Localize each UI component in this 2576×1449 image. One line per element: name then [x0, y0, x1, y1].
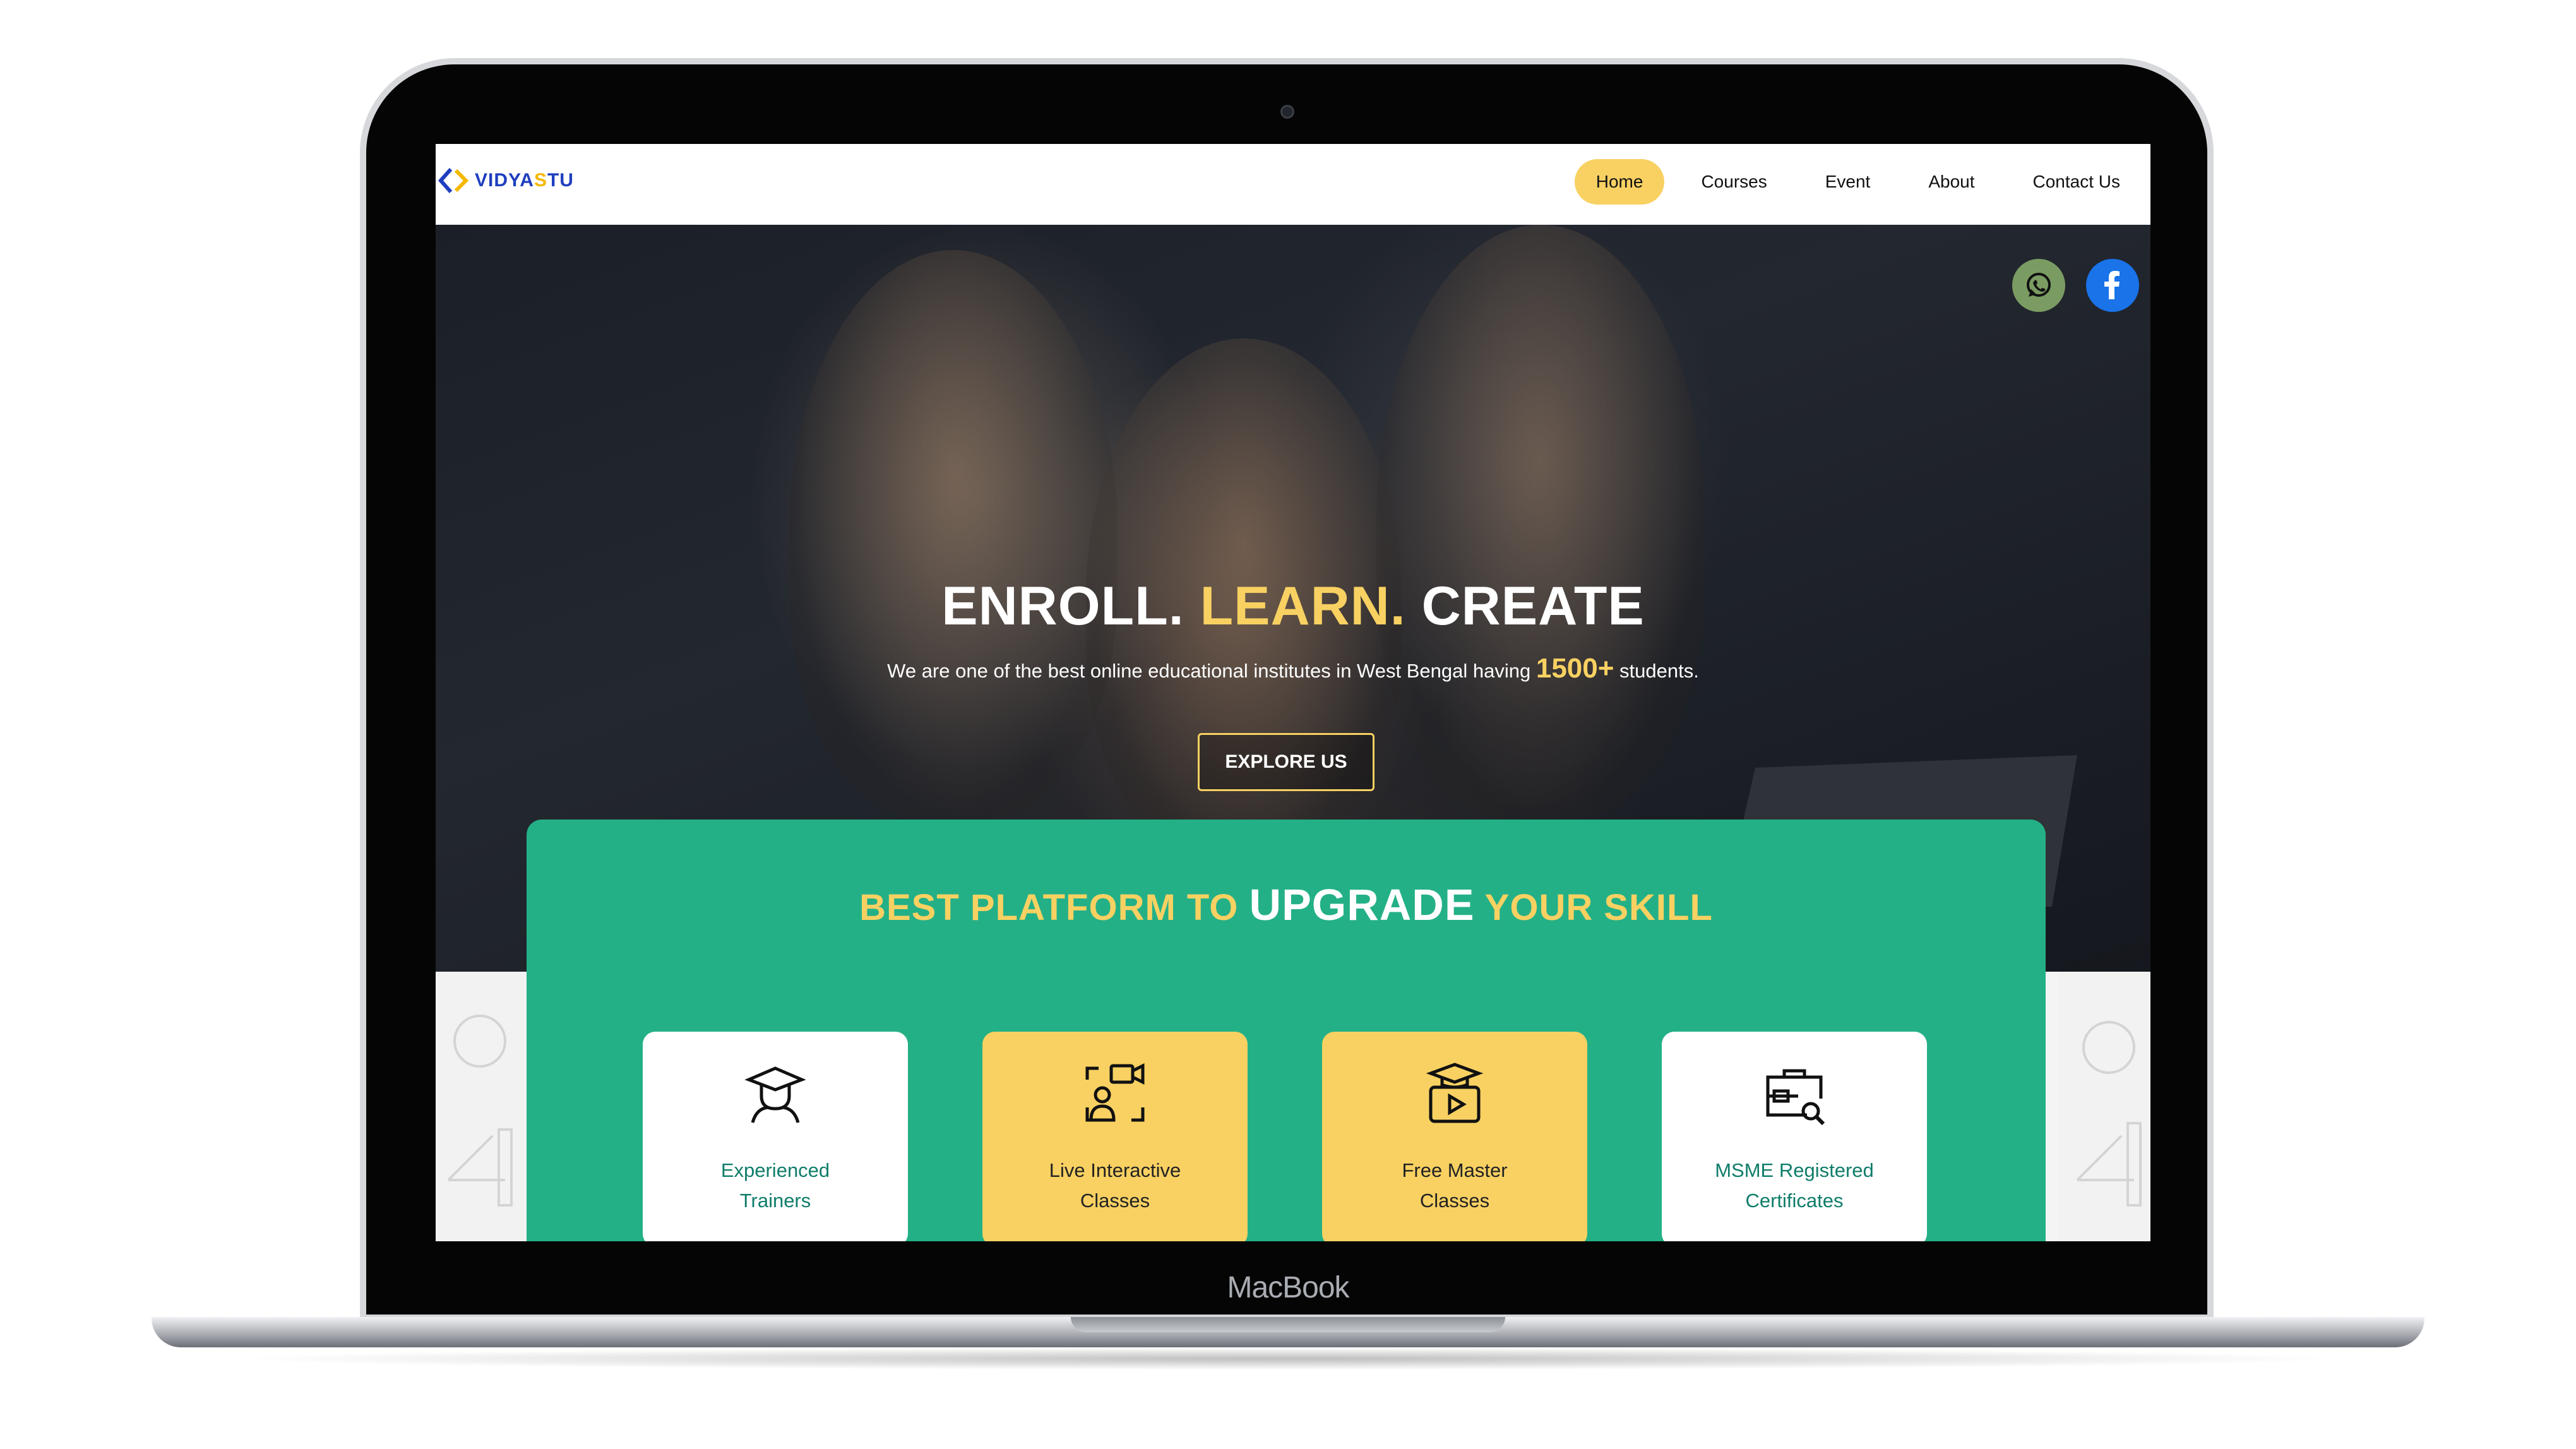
nav-menu: Home Courses Event About Contact Us [1559, 159, 2142, 205]
facebook-icon [2104, 271, 2120, 299]
feature-card-live-classes[interactable]: Live Interactive Classes [982, 1032, 1248, 1241]
teacher-icon [744, 1066, 806, 1123]
nav-home[interactable]: Home [1574, 159, 1665, 205]
certificate-search-icon [1766, 1069, 1825, 1125]
doodle-background-left [436, 972, 528, 1241]
laptop-notch [1071, 1317, 1505, 1332]
features-heading: BEST PLATFORM TO UPGRADE YOUR SKILL [859, 880, 1713, 929]
nav-contact-us[interactable]: Contact Us [2012, 159, 2142, 205]
hero-subtitle: We are one of the best online educationa… [887, 653, 1699, 684]
graduation-video-icon [1426, 1063, 1484, 1123]
logo-icon [438, 168, 469, 193]
hero-photo-person-left [789, 250, 1118, 818]
doodle-background-right [2058, 972, 2150, 1241]
navbar: VIDYASTU Home Courses Event About Contac… [436, 144, 2150, 225]
feature-label: Free Master Classes [1402, 1159, 1508, 1212]
feature-label: Experienced Trainers [720, 1159, 830, 1212]
explore-us-button[interactable]: EXPLORE US [1198, 733, 1374, 791]
feature-card-trainers[interactable]: Experienced Trainers [643, 1032, 908, 1241]
hero-photo-person-right [1376, 225, 1705, 818]
camera-icon [1280, 105, 1294, 119]
whatsapp-icon [2027, 273, 2051, 297]
browser-screen: VIDYASTU Home Courses Event About Contac… [436, 144, 2150, 1241]
feature-label: MSME Registered Certificates [1715, 1159, 1874, 1212]
site-logo[interactable]: VIDYASTU [437, 163, 574, 198]
feature-card-master-classes[interactable]: Free Master Classes [1322, 1032, 1587, 1241]
feature-label: Live Interactive Classes [1049, 1159, 1181, 1212]
feature-card-certificates[interactable]: MSME Registered Certificates [1662, 1032, 1927, 1241]
features-section: BEST PLATFORM TO UPGRADE YOUR SKILL Expe… [527, 820, 2046, 1241]
hero-title: ENROLL. LEARN. CREATE [941, 576, 1645, 636]
whatsapp-button[interactable] [2012, 259, 2065, 312]
student-count: 1500+ [1535, 653, 1614, 684]
nav-event[interactable]: Event [1804, 159, 1892, 205]
nav-courses[interactable]: Courses [1679, 159, 1788, 205]
doodle-pattern [447, 1015, 513, 1207]
device-label: MacBook [1227, 1271, 1349, 1304]
doodle-pattern [2076, 1021, 2142, 1207]
laptop-shadow [227, 1347, 2349, 1370]
feature-cards: Experienced Trainers Live Interactive Cl… [643, 1032, 2001, 1241]
video-call-icon [1085, 1063, 1145, 1122]
facebook-button[interactable] [2086, 259, 2139, 312]
logo-text: VIDYASTU [475, 170, 574, 191]
nav-about[interactable]: About [1907, 159, 1996, 205]
